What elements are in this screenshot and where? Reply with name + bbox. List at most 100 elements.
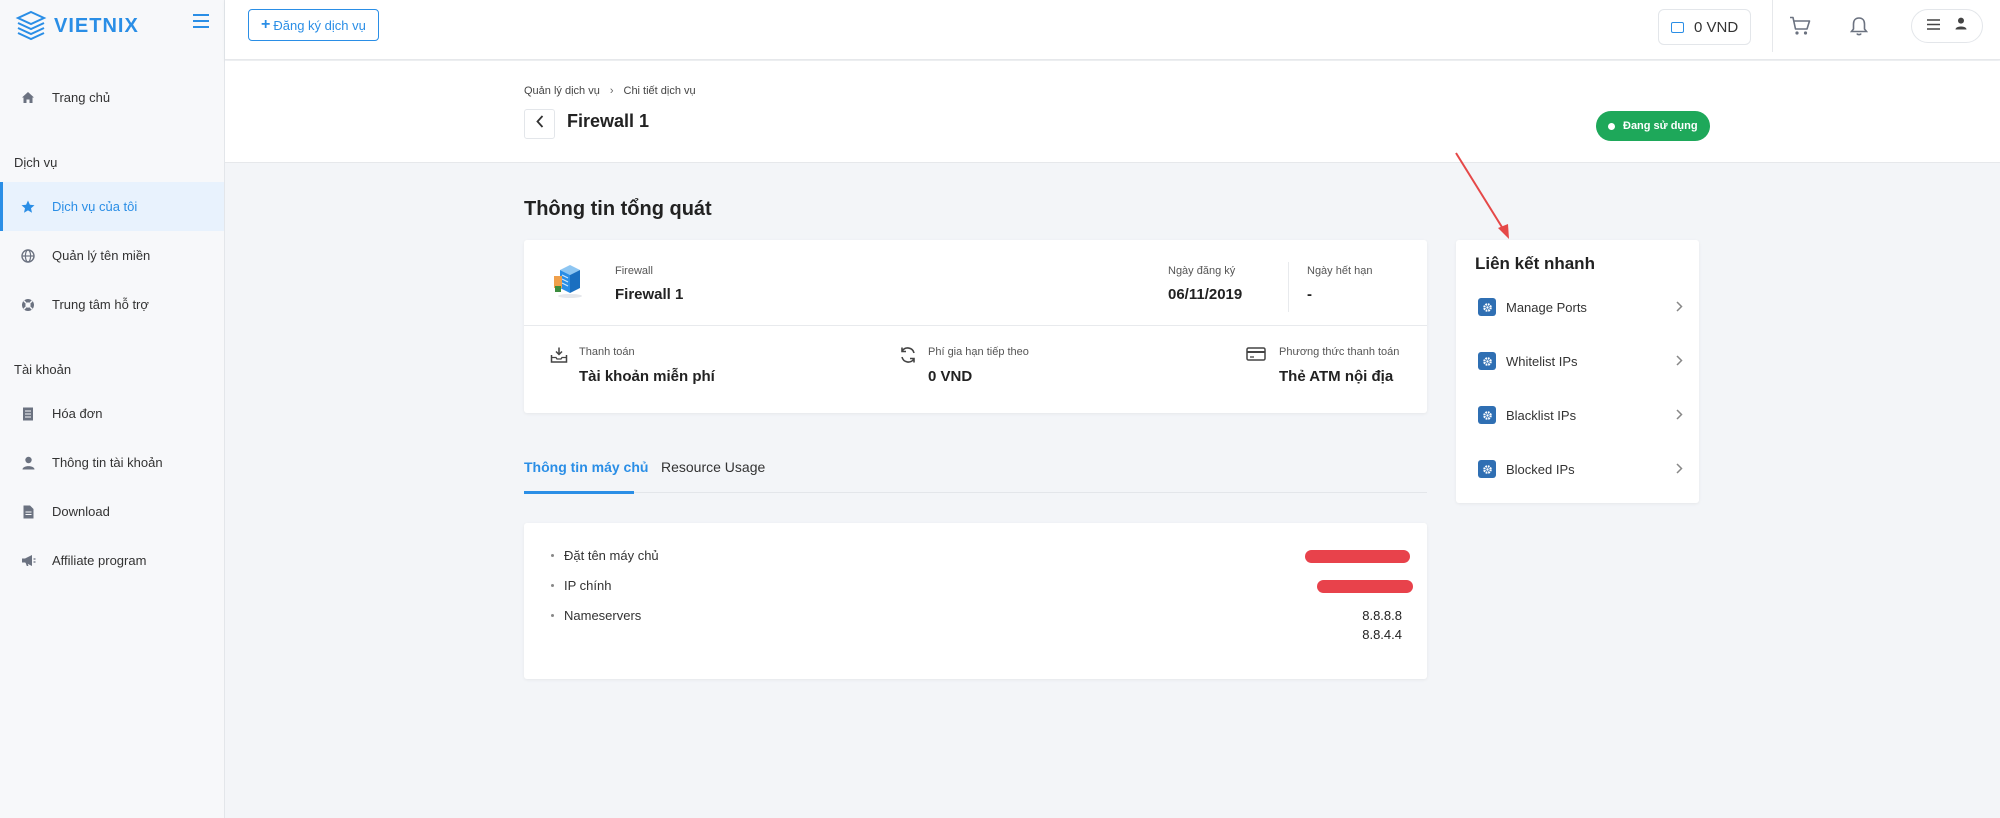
gear-icon xyxy=(1478,352,1496,370)
tab-resource-usage[interactable]: Resource Usage xyxy=(661,459,765,475)
renewal-fee-label: Phí gia hạn tiếp theo xyxy=(928,346,1029,358)
sidebar-item-account-info[interactable]: Thông tin tài khoản xyxy=(0,438,224,487)
brand-name: VIETNIX xyxy=(54,14,139,37)
sidebar-item-label: Trung tâm hỗ trợ xyxy=(52,297,149,312)
page-title: Firewall 1 xyxy=(567,111,650,131)
sidebar-item-label: Trang chủ xyxy=(52,90,111,105)
file-icon xyxy=(20,504,36,520)
wallet-icon xyxy=(1671,21,1684,33)
sidebar-item-label: Affiliate program xyxy=(52,553,147,568)
status-badge-label: Đang sử dụng xyxy=(1623,120,1698,132)
nameserver-1: 8.8.8.8 xyxy=(1362,608,1402,623)
user-menu[interactable] xyxy=(1911,9,1983,43)
brand-logo[interactable]: VIETNIX xyxy=(0,0,224,52)
sidebar: VIETNIX Trang chủ Dịch vụ Dịch vụ của tô… xyxy=(0,0,225,818)
expiry-date-label: Ngày hết hạn xyxy=(1307,265,1373,277)
quick-link-blacklist-ips[interactable]: Blacklist IPs xyxy=(1478,405,1683,425)
wallet-balance-value: 0 VND xyxy=(1694,18,1739,36)
sidebar-item-label: Download xyxy=(52,504,110,519)
menu-toggle-icon[interactable] xyxy=(193,14,209,32)
bullet xyxy=(551,584,554,587)
overview-card: Firewall Firewall 1 Ngày đăng ký 06/11/2… xyxy=(524,240,1427,413)
quick-link-whitelist-ips[interactable]: Whitelist IPs xyxy=(1478,351,1683,371)
sidebar-item-affiliate[interactable]: Affiliate program xyxy=(0,536,224,585)
quick-link-manage-ports[interactable]: Manage Ports xyxy=(1478,297,1683,317)
page-header: Quản lý dịch vụ › Chi tiết dịch vụ Firew… xyxy=(225,61,2000,163)
sidebar-item-label: Thông tin tài khoản xyxy=(52,455,163,470)
topbar-divider xyxy=(1772,0,1773,52)
bullet xyxy=(551,554,554,557)
renewal-fee-value: 0 VND xyxy=(928,368,973,385)
divider xyxy=(1288,262,1289,312)
primary-ip-row: IP chính xyxy=(551,578,611,593)
megaphone-icon xyxy=(20,553,36,569)
register-service-button[interactable]: + Đăng ký dịch vụ xyxy=(248,9,379,41)
breadcrumb-item-services[interactable]: Quản lý dịch vụ xyxy=(524,85,600,97)
chevron-right-icon xyxy=(1676,408,1683,423)
server-info-card: Đặt tên máy chủ IP chính Nameservers 8.8… xyxy=(524,523,1427,679)
sidebar-item-label: Quản lý tên miền xyxy=(52,248,151,263)
payment-method-value: Thẻ ATM nội địa xyxy=(1279,368,1394,385)
server-product-icon xyxy=(552,260,584,300)
payment-value: Tài khoản miễn phí xyxy=(579,368,715,385)
inbox-download-icon xyxy=(550,346,568,364)
plus-icon: + xyxy=(261,16,271,33)
chevron-right-icon xyxy=(1676,354,1683,369)
gear-icon xyxy=(1478,406,1496,424)
bullet xyxy=(551,614,554,617)
sidebar-item-invoices[interactable]: Hóa đơn xyxy=(0,389,224,438)
nameserver-2: 8.8.4.4 xyxy=(1362,627,1402,642)
redacted-hostname xyxy=(1305,550,1410,563)
sidebar-section-account: Tài khoản xyxy=(14,361,72,377)
cart-icon[interactable] xyxy=(1788,14,1812,38)
chevron-right-icon: › xyxy=(609,85,614,97)
topbar: + Đăng ký dịch vụ 0 VND xyxy=(225,0,2000,60)
invoice-icon xyxy=(20,406,36,422)
sidebar-section-services: Dịch vụ xyxy=(14,154,58,170)
credit-card-icon xyxy=(1246,346,1266,364)
chevron-right-icon xyxy=(1676,462,1683,477)
home-icon xyxy=(20,90,36,106)
quick-link-blocked-ips[interactable]: Blocked IPs xyxy=(1478,459,1683,479)
gear-icon xyxy=(1478,460,1496,478)
sidebar-item-download[interactable]: Download xyxy=(0,487,224,536)
breadcrumb: Quản lý dịch vụ › Chi tiết dịch vụ xyxy=(524,85,696,97)
payment-method-label: Phương thức thanh toán xyxy=(1279,346,1400,358)
nameservers-label: Nameservers xyxy=(564,608,642,623)
sidebar-item-support[interactable]: Trung tâm hỗ trợ xyxy=(0,280,224,329)
avatar-icon xyxy=(1955,17,1967,35)
sidebar-item-my-services[interactable]: Dịch vụ của tôi xyxy=(0,182,224,231)
wallet-balance[interactable]: 0 VND xyxy=(1658,9,1752,45)
globe-icon xyxy=(20,248,36,264)
register-service-label: Đăng ký dịch vụ xyxy=(273,17,366,33)
overview-section-title: Thông tin tổng quát xyxy=(524,198,712,220)
chevron-left-icon xyxy=(535,115,544,133)
quick-link-label: Blacklist IPs xyxy=(1506,407,1577,423)
chevron-right-icon xyxy=(1676,300,1683,315)
user-icon xyxy=(20,455,36,471)
back-button[interactable] xyxy=(524,109,555,139)
breadcrumb-item-detail: Chi tiết dịch vụ xyxy=(623,85,696,97)
list-menu-icon xyxy=(1927,17,1941,35)
star-icon xyxy=(20,199,36,215)
vietnix-logo-icon xyxy=(14,9,48,43)
registered-date-value: 06/11/2019 xyxy=(1168,286,1243,303)
product-name: Firewall 1 xyxy=(615,286,684,303)
gear-icon xyxy=(1478,298,1496,316)
quick-links-title: Liên kết nhanh xyxy=(1475,254,1595,273)
tab-server-info[interactable]: Thông tin máy chủ xyxy=(524,459,648,475)
quick-link-label: Manage Ports xyxy=(1506,299,1587,315)
hostname-label: Đặt tên máy chủ xyxy=(564,548,659,563)
sidebar-item-label: Hóa đơn xyxy=(52,406,103,421)
bell-icon[interactable] xyxy=(1847,14,1871,38)
status-dot-icon xyxy=(1608,122,1615,130)
renew-sync-icon xyxy=(899,346,917,364)
annotation-arrow-icon xyxy=(1455,152,1509,239)
quick-link-label: Blocked IPs xyxy=(1506,461,1575,477)
quick-links-card: Liên kết nhanh Manage Ports Whitelist IP… xyxy=(1456,240,1699,503)
sidebar-item-domains[interactable]: Quản lý tên miền xyxy=(0,231,224,280)
expiry-date-value: - xyxy=(1307,286,1312,303)
sidebar-item-home[interactable]: Trang chủ xyxy=(0,73,224,122)
detail-tabs: Thông tin máy chủ Resource Usage xyxy=(524,455,1427,494)
product-type-label: Firewall xyxy=(615,265,653,277)
